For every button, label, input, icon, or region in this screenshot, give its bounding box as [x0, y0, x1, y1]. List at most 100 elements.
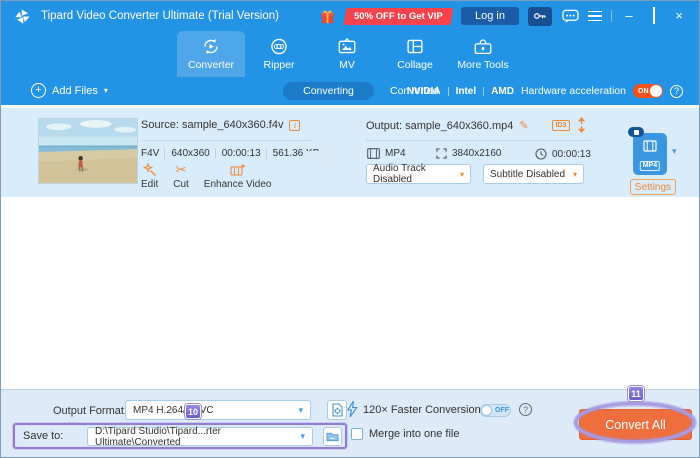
- help-icon[interactable]: ?: [519, 403, 532, 416]
- save-to-dropdown[interactable]: D:\Tipard Studio\Tipard...rter Ultimate\…: [87, 426, 313, 448]
- settings-button[interactable]: Settings: [630, 179, 676, 195]
- titlebar-divider: [611, 10, 612, 22]
- help-icon[interactable]: ?: [670, 84, 683, 98]
- profile-chevron-icon[interactable]: ▾: [672, 146, 677, 157]
- chat-bubble-icon: [561, 9, 579, 23]
- meta-resolution: 640x360: [164, 148, 210, 159]
- step-10-badge: 10: [185, 404, 201, 419]
- tab-converter[interactable]: Converter: [177, 31, 245, 77]
- tab-collage[interactable]: Collage: [381, 31, 449, 77]
- minimize-button[interactable]: –: [621, 8, 637, 24]
- app-window: Tipard Video Converter Ultimate (Trial V…: [0, 0, 700, 458]
- cut-button[interactable]: ✂ Cut: [173, 162, 189, 191]
- titlebar: Tipard Video Converter Ultimate (Trial V…: [1, 1, 699, 31]
- scissors-icon: ✂: [175, 162, 187, 177]
- save-to-label: Save to:: [23, 430, 64, 442]
- subtitle-dropdown[interactable]: Subtitle Disabled ▾: [483, 164, 584, 184]
- divider: [141, 140, 311, 141]
- toggle-knob: [650, 85, 662, 97]
- tab-label: Ripper: [263, 59, 295, 71]
- id3-edit-button[interactable]: ID3: [552, 120, 570, 131]
- output-duration-group: 00:00:13: [535, 148, 591, 160]
- amd-brand: AMD: [491, 85, 514, 97]
- convert-direction-arrow-icon: [304, 146, 335, 162]
- menu-button[interactable]: [588, 10, 602, 22]
- meta-duration: 00:00:13: [214, 148, 261, 159]
- enhance-video-icon: [230, 163, 246, 177]
- window-title: Tipard Video Converter Ultimate (Trial V…: [41, 10, 279, 22]
- convert-all-button[interactable]: Convert All: [579, 409, 692, 440]
- maximize-button[interactable]: [646, 7, 662, 24]
- edit-button[interactable]: Edit: [141, 163, 158, 190]
- toggle-knob: [481, 405, 492, 416]
- output-format-dropdown[interactable]: MP4 H.264/HEVC ▾: [125, 400, 311, 420]
- edit-label: Edit: [141, 179, 159, 190]
- enhance-video-label: Enhance Video: [203, 179, 272, 190]
- vip-offer-badge[interactable]: 50% OFF to Get VIP: [343, 7, 454, 25]
- source-filename: Source: sample_640x360.f4v: [141, 119, 284, 131]
- close-button[interactable]: ×: [671, 8, 687, 24]
- enhance-video-button[interactable]: Enhance Video: [203, 163, 272, 190]
- folder-icon: [326, 432, 339, 442]
- chevron-down-icon: ▾: [459, 169, 464, 179]
- login-button[interactable]: Log in: [461, 7, 519, 25]
- toggle-off-label: OFF: [495, 407, 509, 415]
- tab-more-tools[interactable]: More Tools: [449, 31, 517, 77]
- fast-conversion-label: 120× Faster Conversion: [363, 404, 481, 416]
- hardware-acceleration-toggle[interactable]: ON: [633, 84, 663, 98]
- film-icon: [367, 148, 380, 159]
- tab-label: More Tools: [457, 59, 509, 71]
- chevron-down-icon: ▾: [103, 86, 108, 95]
- output-format-group: MP4: [367, 148, 406, 159]
- clock-icon: [535, 148, 547, 160]
- chevron-down-icon: ▾: [572, 169, 577, 179]
- file-gear-icon: [331, 403, 343, 417]
- output-format-value: MP4: [385, 148, 406, 159]
- audio-track-dropdown[interactable]: Audio Track Disabled ▾: [366, 163, 471, 185]
- chevron-down-icon: ▾: [298, 404, 303, 415]
- divider: [366, 140, 591, 141]
- output-resolution-group: 3840x2160: [436, 148, 502, 159]
- output-duration-value: 00:00:13: [552, 148, 591, 160]
- intel-brand: Intel: [455, 85, 477, 97]
- info-icon[interactable]: i: [289, 119, 301, 131]
- format-settings-button[interactable]: [327, 400, 347, 420]
- ripper-disc-icon: [271, 38, 287, 55]
- expand-icon: [436, 148, 447, 159]
- fast-conversion-toggle[interactable]: OFF: [480, 404, 511, 417]
- source-meta: F4V 640x360 00:00:13 561.36 KB: [141, 148, 319, 159]
- tab-label: MV: [339, 59, 355, 71]
- toolbar: + Add Files ▾ Converting Converted NVIDI…: [1, 77, 699, 105]
- format-badge: [628, 127, 644, 137]
- output-profile-button[interactable]: MP4: [628, 127, 667, 175]
- plus-icon: +: [31, 83, 46, 98]
- video-thumbnail[interactable]: [38, 118, 138, 184]
- add-files-label: Add Files: [52, 84, 98, 97]
- rename-pencil-icon[interactable]: ✎: [519, 119, 528, 132]
- merge-label: Merge into one file: [369, 428, 460, 440]
- meta-format: F4V: [141, 148, 160, 159]
- gift-icon: [321, 10, 335, 23]
- toggle-on-label: ON: [638, 87, 649, 95]
- hardware-acceleration-label: Hardware acceleration: [520, 85, 626, 97]
- add-files-button[interactable]: + Add Files ▾: [31, 83, 108, 98]
- register-key-button[interactable]: [528, 6, 552, 26]
- file-list-row: Source: sample_640x360.f4v i F4V 640x360…: [1, 108, 699, 197]
- tab-ripper[interactable]: Ripper: [245, 31, 313, 77]
- tipard-logo-icon: [15, 8, 30, 24]
- divider: [447, 86, 449, 96]
- film-icon: [643, 140, 657, 152]
- output-filename: Output: sample_640x360.mp4: [366, 119, 514, 132]
- browse-folder-button[interactable]: [323, 427, 342, 446]
- tab-label: Collage: [397, 59, 433, 71]
- feedback-button[interactable]: [561, 8, 579, 24]
- split-clip-icon[interactable]: [576, 117, 587, 133]
- converting-tab[interactable]: Converting: [283, 82, 374, 100]
- lightning-icon: [347, 401, 358, 417]
- merge-checkbox[interactable]: [351, 428, 363, 440]
- maximize-icon: [653, 7, 655, 24]
- step-11-badge: 11: [628, 386, 644, 401]
- file-actions: Edit ✂ Cut Enhance Video: [141, 162, 272, 191]
- tab-label: Converter: [187, 59, 235, 71]
- tab-mv[interactable]: MV: [313, 31, 381, 77]
